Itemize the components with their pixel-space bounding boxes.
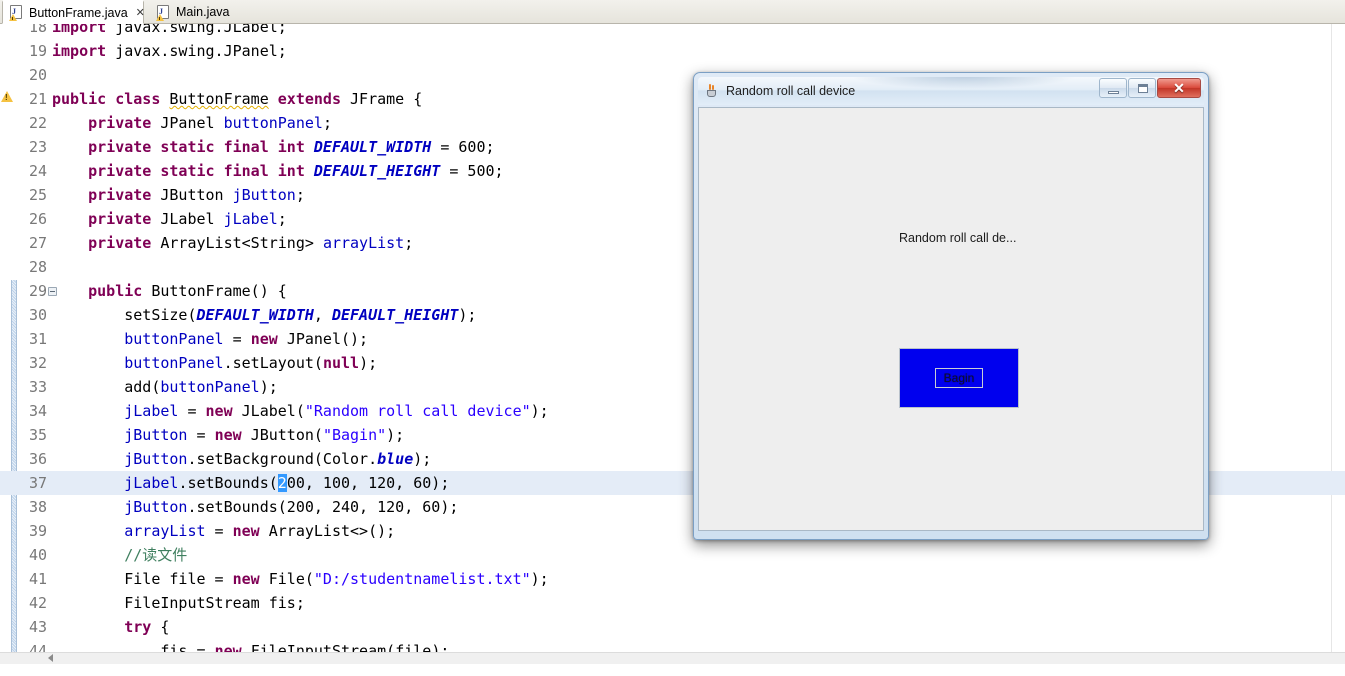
code-text: jButton = new JButton("Bagin");: [124, 426, 405, 444]
close-button[interactable]: ✕: [1157, 78, 1201, 98]
swing-application-window[interactable]: Random roll call device ✕ Random roll ca…: [693, 72, 1209, 540]
bagin-button-label: Bagin: [934, 368, 984, 388]
code-text: private JButton jButton;: [88, 186, 305, 204]
code-text: add(buttonPanel);: [52, 378, 278, 396]
button-panel: Random roll call de... Bagin: [698, 107, 1204, 531]
line-number: 19: [28, 42, 47, 60]
window-title-bar[interactable]: Random roll call device ✕: [698, 77, 1204, 105]
code-text: jButton.setBackground(Color.blue);: [124, 450, 432, 468]
window-controls: ✕: [1098, 78, 1201, 98]
code-line[interactable]: 40 //读文件: [0, 543, 1345, 567]
code-text: public class ButtonFrame extends JFrame …: [52, 90, 423, 108]
code-text: FileInputStream fis;: [52, 594, 305, 612]
code-line[interactable]: 41 File file = new File("D:/studentnamel…: [0, 567, 1345, 591]
code-text: import javax.swing.JPanel;: [52, 42, 287, 60]
java-file-warning-icon: J: [156, 4, 171, 21]
editor-tab-bar: J ButtonFrame.java ✕ J Main.java: [0, 0, 1345, 24]
scroll-left-arrow-icon[interactable]: [48, 654, 53, 662]
line-number: 24: [28, 162, 47, 180]
code-text: File file = new File("D:/studentnamelist…: [124, 570, 549, 588]
line-number: 25: [28, 186, 47, 204]
code-text: try {: [124, 618, 170, 636]
bagin-button[interactable]: Bagin: [899, 348, 1019, 408]
line-number: 43: [28, 618, 47, 636]
roll-call-label: Random roll call de...: [899, 231, 1017, 245]
code-text: jLabel.setBounds(200, 100, 120, 60);: [124, 474, 450, 492]
java-coffee-cup-icon: [704, 83, 720, 99]
code-text: private static final int DEFAULT_WIDTH =…: [88, 138, 495, 156]
line-number: 31: [28, 330, 47, 348]
line-number: 33: [28, 378, 47, 396]
code-text: buttonPanel.setLayout(null);: [124, 354, 378, 372]
close-icon[interactable]: ✕: [136, 7, 145, 18]
code-text: //读文件: [124, 546, 188, 564]
line-number: 36: [28, 450, 47, 468]
code-text: setSize(DEFAULT_WIDTH, DEFAULT_HEIGHT);: [52, 306, 477, 324]
code-text: buttonPanel = new JPanel();: [124, 330, 369, 348]
line-number: 20: [28, 66, 47, 84]
code-text: arrayList = new ArrayList<>();: [124, 522, 396, 540]
line-number: 22: [28, 114, 47, 132]
line-number: 42: [28, 594, 47, 612]
code-line[interactable]: 43 try {: [0, 615, 1345, 639]
line-number: 27: [28, 234, 47, 252]
tab-main-java[interactable]: J Main.java: [150, 0, 242, 24]
line-number: 41: [28, 570, 47, 588]
maximize-icon: [1138, 84, 1148, 93]
minimize-icon: [1108, 91, 1119, 94]
window-title: Random roll call device: [726, 84, 856, 98]
line-number: 21: [28, 90, 47, 108]
java-file-warning-icon: J: [9, 5, 24, 21]
code-text: jButton.setBounds(200, 240, 120, 60);: [124, 498, 459, 516]
line-number: 28: [28, 258, 47, 276]
code-text: import javax.swing.JLabel;: [52, 24, 287, 36]
line-number: 35: [28, 426, 47, 444]
code-text: jLabel = new JLabel("Random roll call de…: [124, 402, 549, 420]
line-number: 30: [28, 306, 47, 324]
code-text: private JLabel jLabel;: [88, 210, 287, 228]
warning-marker-icon[interactable]: [1, 91, 13, 102]
close-icon: ✕: [1173, 80, 1185, 96]
minimize-button[interactable]: [1099, 78, 1127, 98]
code-line[interactable]: 18 import javax.swing.JLabel;: [0, 24, 1345, 39]
line-number: 32: [28, 354, 47, 372]
line-number: 29: [28, 282, 47, 300]
line-number: 18: [28, 24, 47, 36]
tab-label: Main.java: [176, 5, 230, 19]
code-text: private ArrayList<String> arrayList;: [88, 234, 414, 252]
line-number: 38: [28, 498, 47, 516]
maximize-button[interactable]: [1128, 78, 1156, 98]
code-text: public ButtonFrame() {: [88, 282, 287, 300]
line-number: 39: [28, 522, 47, 540]
line-number: 26: [28, 210, 47, 228]
code-line[interactable]: 42 FileInputStream fis;: [0, 591, 1345, 615]
screen: J ButtonFrame.java ✕ J Main.java 18 impor…: [0, 0, 1345, 676]
line-number: 40: [28, 546, 47, 564]
tab-buttonframe-java[interactable]: J ButtonFrame.java ✕: [2, 0, 145, 24]
line-number: 37: [28, 474, 47, 492]
tab-label: ButtonFrame.java: [29, 5, 128, 20]
code-line[interactable]: 19 import javax.swing.JPanel;: [0, 39, 1345, 63]
horizontal-scrollbar[interactable]: [0, 652, 1345, 664]
code-text: private static final int DEFAULT_HEIGHT …: [88, 162, 504, 180]
line-number: 34: [28, 402, 47, 420]
line-number: 23: [28, 138, 47, 156]
code-text: private JPanel buttonPanel;: [88, 114, 332, 132]
